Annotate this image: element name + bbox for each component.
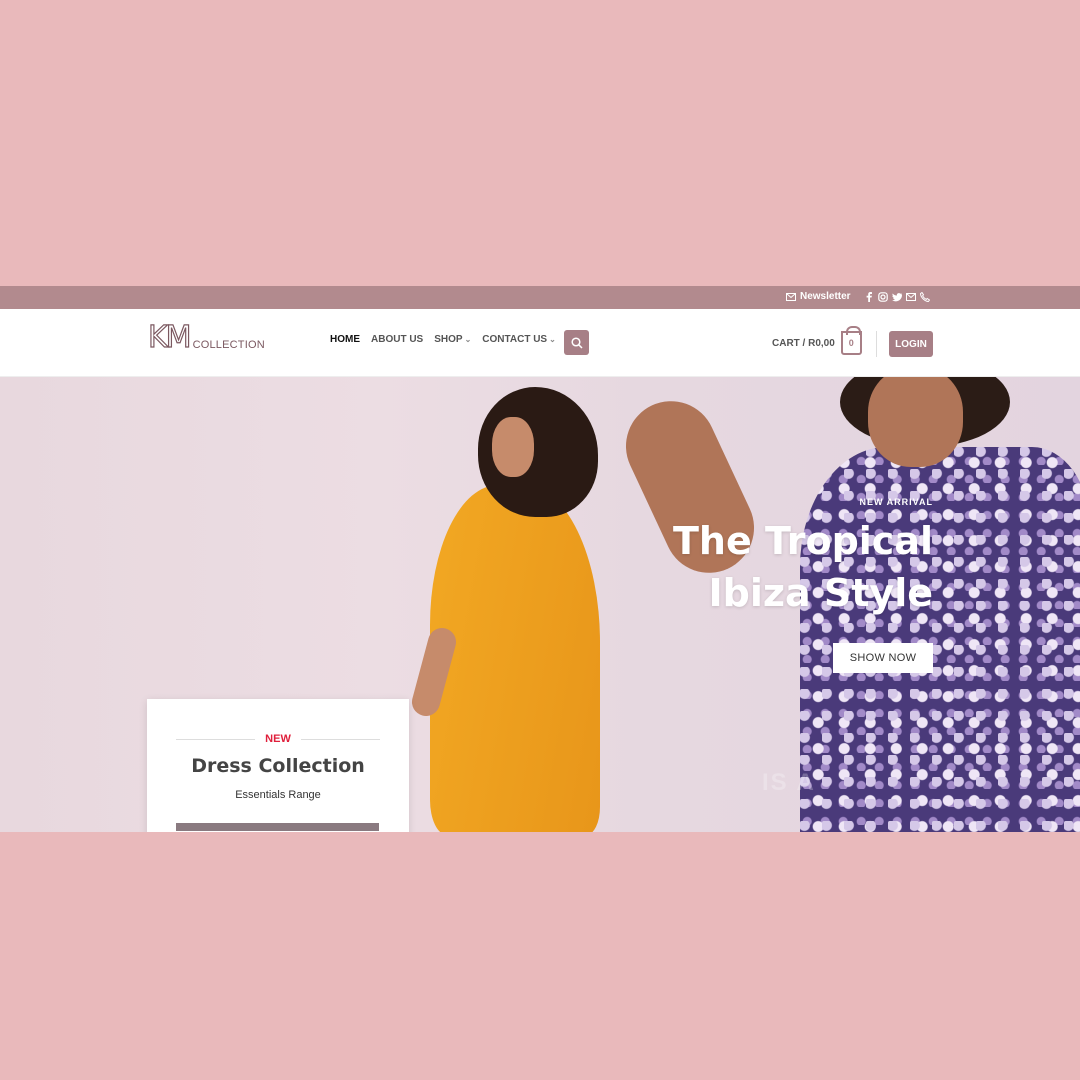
email-icon[interactable]	[906, 291, 916, 303]
model2-face-image	[868, 377, 963, 467]
site-header: KM COLLECTION HOME ABOUT US SHOP ⌄ CONTA…	[0, 309, 1080, 377]
hero-kicker: NEW ARRIVAL	[859, 497, 933, 507]
promo-subtitle: Essentials Range	[235, 789, 321, 801]
newsletter-link[interactable]: Newsletter	[786, 291, 851, 302]
model-yellow-dress-image	[430, 485, 600, 832]
website-frame: Newsletter KM COLLECTION HOME ABOUT US S…	[0, 286, 1080, 832]
top-bar: Newsletter	[0, 286, 1080, 309]
promo-card[interactable]: NEW Dress Collection Essentials Range	[147, 699, 409, 832]
promo-badge: NEW	[265, 733, 291, 745]
nav-home-label: HOME	[330, 334, 360, 345]
search-icon	[570, 336, 583, 349]
model-face-image	[492, 417, 534, 477]
cart-count: 0	[848, 338, 854, 348]
hero-title-line1: The Tropical	[673, 519, 933, 563]
phone-icon[interactable]	[920, 291, 930, 303]
login-button[interactable]: LOGIN	[889, 331, 933, 357]
header-divider	[876, 331, 877, 357]
promo-button[interactable]	[176, 823, 379, 831]
cart-bag-icon: 0	[840, 326, 862, 355]
nav-shop-label: SHOP	[434, 334, 463, 345]
logo-word: COLLECTION	[192, 339, 265, 351]
cart-link[interactable]: CART / R0,00 0	[772, 326, 862, 355]
hero-watermark: IS A	[762, 769, 816, 796]
divider	[300, 738, 381, 740]
twitter-icon[interactable]	[892, 291, 902, 303]
show-now-button[interactable]: SHOW NOW	[833, 643, 933, 673]
nav-about-label: ABOUT US	[371, 334, 424, 345]
divider	[176, 738, 256, 740]
nav-contact-label: CONTACT US	[482, 334, 548, 345]
hero-text-block: NEW ARRIVAL The Tropical Ibiza Style	[673, 497, 933, 619]
logo-mark: KM	[147, 320, 192, 355]
promo-badge-row: NEW	[176, 733, 381, 745]
main-nav: HOME ABOUT US SHOP ⌄ CONTACT US ⌄	[330, 334, 556, 345]
hero-banner: NEW ARRIVAL The Tropical Ibiza Style SHO…	[0, 377, 1080, 832]
chevron-down-icon: ⌄	[549, 335, 556, 344]
facebook-icon[interactable]	[864, 291, 874, 303]
hero-title-line2: Ibiza Style	[708, 571, 933, 615]
mail-icon	[786, 292, 796, 301]
social-links	[864, 291, 930, 303]
nav-shop[interactable]: SHOP ⌄	[434, 334, 471, 345]
nav-contact-us[interactable]: CONTACT US ⌄	[482, 334, 556, 345]
promo-title: Dress Collection	[191, 755, 365, 777]
nav-about-us[interactable]: ABOUT US	[371, 334, 423, 345]
cart-label: CART / R0,00	[772, 337, 835, 349]
site-logo[interactable]: KM COLLECTION	[147, 320, 265, 355]
nav-home[interactable]: HOME	[330, 334, 360, 345]
instagram-icon[interactable]	[878, 291, 888, 303]
newsletter-label: Newsletter	[800, 291, 851, 302]
chevron-down-icon: ⌄	[464, 335, 472, 344]
search-button[interactable]	[564, 330, 589, 355]
